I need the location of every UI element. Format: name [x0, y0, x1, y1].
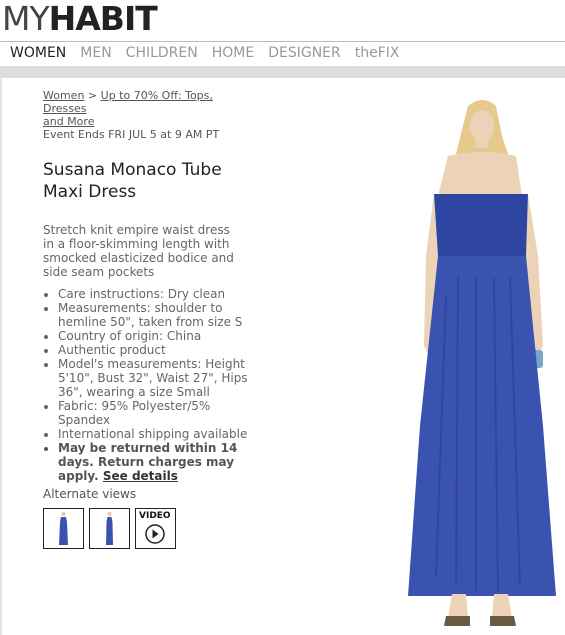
- feature-item: Model's measurements: Height 5'10", Bust…: [58, 357, 248, 399]
- logo-my: MY: [2, 0, 50, 38]
- alt-view-thumb-side[interactable]: [89, 508, 130, 549]
- nav-men[interactable]: MEN: [80, 42, 111, 64]
- main-nav: WOMEN MEN CHILDREN HOME DESIGNER theFIX: [0, 41, 565, 65]
- header-divider-bar: [0, 66, 565, 78]
- breadcrumb-women-link[interactable]: Women: [43, 89, 84, 102]
- myhabit-logo[interactable]: MYHABIT: [2, 0, 158, 38]
- logo-habit: HABIT: [48, 0, 158, 38]
- left-border: [0, 78, 2, 635]
- breadcrumb: Women > Up to 70% Off: Tops, Dresses and …: [43, 89, 243, 128]
- feature-item: Care instructions: Dry clean: [58, 287, 248, 301]
- feature-item: Fabric: 95% Polyester/5% Spandex: [58, 399, 248, 427]
- feature-item: Measurements: shoulder to hemline 50", t…: [58, 301, 248, 329]
- nav-home[interactable]: HOME: [212, 42, 254, 64]
- nav-designer[interactable]: DESIGNER: [268, 42, 341, 64]
- product-features: Care instructions: Dry clean Measurement…: [43, 287, 248, 483]
- breadcrumb-event-line2: and More: [43, 115, 95, 128]
- nav-children[interactable]: CHILDREN: [126, 42, 198, 64]
- alt-view-video-button[interactable]: VIDEO: [135, 508, 176, 549]
- see-details-link[interactable]: See details: [103, 469, 178, 483]
- product-model-photo: [408, 100, 556, 626]
- feature-item: International shipping available: [58, 427, 248, 441]
- event-ends-text: Event Ends FRI JUL 5 at 9 AM PT: [43, 128, 220, 141]
- video-label: VIDEO: [139, 511, 171, 521]
- product-description: Stretch knit empire waist dress in a flo…: [43, 223, 234, 279]
- feature-item: Authentic product: [58, 343, 248, 357]
- product-details: Women > Up to 70% Off: Tops, Dresses and …: [43, 89, 248, 483]
- product-title: Susana Monaco Tube Maxi Dress: [43, 159, 233, 203]
- breadcrumb-separator: >: [87, 89, 98, 102]
- returns-policy: May be returned within 14 days. Return c…: [58, 441, 248, 483]
- thumb-front-image: [59, 512, 68, 545]
- alternate-views-label: Alternate views: [43, 487, 137, 501]
- thumb-side-image: [106, 512, 113, 545]
- alt-view-thumb-front[interactable]: [43, 508, 84, 549]
- product-title-line2: Maxi Dress: [43, 182, 137, 202]
- product-title-line1: Susana Monaco Tube: [43, 160, 222, 180]
- nav-thefix[interactable]: theFIX: [355, 42, 400, 64]
- nav-women[interactable]: WOMEN: [10, 42, 66, 64]
- feature-item: Country of origin: China: [58, 329, 248, 343]
